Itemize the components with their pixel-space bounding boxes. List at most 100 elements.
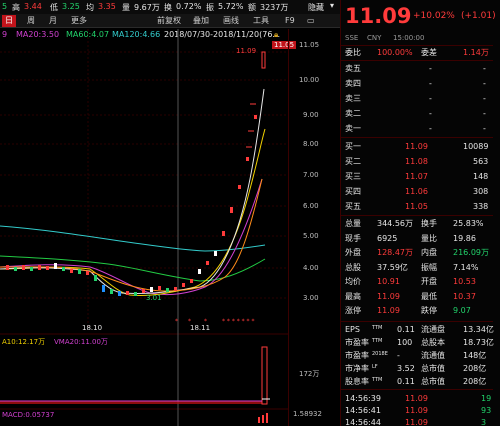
chevron-down-icon[interactable]: ▾ — [330, 1, 334, 10]
tab-monthly[interactable]: 月 — [46, 15, 60, 27]
bid-volume: 563 — [473, 157, 489, 166]
price-axis-label: 6.00 — [303, 202, 319, 210]
fundamental-label: 市盈率 — [345, 351, 369, 360]
stat-value: 7.14% — [453, 262, 479, 272]
draw-line-button[interactable]: 画线 — [220, 15, 242, 27]
chart-toolbar: 日 周 月 更多 前复权 叠加 画线 工具 F9 ▭ — [0, 14, 340, 28]
fundamental-label: 总市值 — [421, 377, 445, 386]
ask-row[interactable]: 卖四 - - — [341, 78, 493, 90]
tab-daily[interactable]: 日 — [2, 15, 16, 27]
fundamental-label: 总市值 — [421, 364, 445, 373]
trade-volume: 3 — [481, 418, 487, 426]
ask-row[interactable]: 卖三 - - — [341, 93, 493, 105]
market-code: SSE — [345, 34, 359, 42]
fundamental-sup: TTM — [372, 325, 383, 331]
overlay-button[interactable]: 叠加 — [190, 15, 212, 27]
svg-text:* * * * * * *: * * * * * * * — [222, 318, 254, 325]
tab-more[interactable]: 更多 — [68, 15, 90, 27]
stat-label: 涨停 — [345, 306, 361, 315]
fundamental-row: EPS TTM 0.11 流通盘 13.34亿 — [341, 324, 494, 336]
bid-row[interactable]: 买二 11.08 563 — [341, 156, 493, 168]
stat-label: 量比 — [421, 233, 437, 243]
fundamental-sup: TTM — [372, 377, 383, 383]
svg-text:*: * — [175, 318, 178, 325]
ask-row[interactable]: 卖一 - - — [341, 123, 493, 135]
bid-row[interactable]: 买三 11.07 148 — [341, 171, 493, 183]
fundamental-sup: LF — [372, 364, 378, 370]
change-amount: (+1.01) — [461, 11, 496, 21]
current-price: 11.09 — [345, 4, 412, 28]
bid-row[interactable]: 买五 11.05 338 — [341, 201, 493, 213]
fundamental-label: EPS — [345, 325, 360, 334]
fundamental-label: 流通值 — [421, 351, 445, 360]
stat-value: 10.53 — [453, 277, 476, 286]
quote-panel: 11.09 +10.02% (+1.01) SSE CNY 15:00:00 委… — [340, 0, 500, 426]
ask-volume: - — [483, 94, 486, 103]
forward-adjust-button[interactable]: 前复权 — [154, 15, 184, 27]
hide-button[interactable]: 隐藏 — [308, 2, 324, 13]
high-price-marker: 11.09 — [236, 47, 257, 55]
stats-row: 外盘 128.47万 内盘 216.09万 — [341, 247, 493, 259]
stat-label: 跌停 — [421, 306, 437, 315]
chart-grid — [0, 29, 288, 329]
ask-price: - — [429, 64, 432, 73]
stat-value: 9.07 — [453, 306, 471, 315]
fundamental-value: 208亿 — [463, 364, 487, 373]
stat-label: 振幅 — [421, 262, 437, 272]
fundamental-value: 18.73亿 — [463, 338, 494, 347]
ma120-line — [0, 225, 266, 252]
fundamental-row: 市盈率 2018E - 流通值 148亿 — [341, 350, 493, 362]
ask-price: - — [429, 124, 432, 133]
fundamental-sup: 2018E — [372, 351, 388, 357]
bid-price: 11.05 — [405, 202, 428, 211]
stat-label: 最高 — [345, 291, 361, 301]
ask-row[interactable]: 卖五 - - — [341, 63, 493, 75]
trade-row: 14:56:41 11.09 93 — [341, 405, 493, 417]
ask-row[interactable]: 卖二 - - — [341, 108, 493, 120]
fundamental-label: 流通盘 — [421, 325, 445, 334]
bid-row[interactable]: 买四 11.06 308 — [341, 186, 493, 198]
ask-volume: - — [483, 124, 486, 133]
bid-price: 11.06 — [405, 187, 428, 196]
ask-volume: - — [483, 79, 486, 88]
stat-label: 均价 — [345, 277, 361, 286]
trade-price: 11.09 — [405, 406, 428, 415]
stat-value: 10.37 — [453, 291, 476, 301]
ask-price: - — [429, 109, 432, 118]
f9-button[interactable]: F9 — [282, 15, 298, 27]
currency: CNY — [367, 34, 382, 42]
bid-price: 11.09 — [405, 142, 428, 151]
bid-price: 11.08 — [405, 157, 428, 166]
fundamental-label: 总股本 — [421, 338, 445, 347]
bid-label: 买三 — [345, 172, 361, 181]
bid-volume: 10089 — [463, 142, 489, 151]
stats-row: 涨停 11.09 跌停 9.07 — [341, 305, 493, 317]
fundamental-value: - — [397, 351, 400, 360]
high-label: 高 — [12, 3, 20, 12]
window-min-icon[interactable]: ▭ — [304, 15, 318, 27]
low-label: 低 — [50, 3, 58, 12]
ma20-line — [0, 178, 263, 296]
ask-label: 卖一 — [345, 124, 361, 133]
stat-label: 总股 — [345, 262, 361, 272]
fundamental-row: 市净率 LF 3.52 总市值 208亿 — [341, 363, 493, 375]
price-axis: 11.05 10.00 9.00 8.00 7.00 6.00 5.00 4.0… — [288, 29, 340, 426]
trade-price: 11.09 — [405, 418, 428, 426]
tools-button[interactable]: 工具 — [250, 15, 272, 27]
tab-weekly[interactable]: 周 — [24, 15, 38, 27]
trade-volume: 19 — [481, 394, 492, 403]
trade-row: 14:56:39 11.09 19 — [341, 393, 493, 405]
ask-volume: - — [483, 109, 486, 118]
candlestick-chart-area[interactable]: * * * * * * * * * * 11.05 11.09 3.01 18.… — [0, 29, 297, 426]
quote-info-bar: 5 高 3.44 低 3.25 均 3.35 量 9.67万 换 0.72% 振… — [0, 0, 340, 14]
fundamental-value: 208亿 — [463, 377, 487, 386]
stat-value: 25.83% — [453, 219, 484, 228]
bid-row[interactable]: 买一 11.09 10089 — [341, 141, 493, 153]
amount-label: 额 — [248, 3, 256, 12]
candles — [6, 51, 266, 296]
fundamental-value: 3.52 — [397, 364, 415, 373]
date-label-nov: 18.11 — [190, 324, 211, 332]
price-axis-label: 7.00 — [303, 171, 319, 179]
quote-time: 15:00:00 — [393, 34, 425, 42]
turnover-value: 0.72% — [176, 2, 202, 11]
